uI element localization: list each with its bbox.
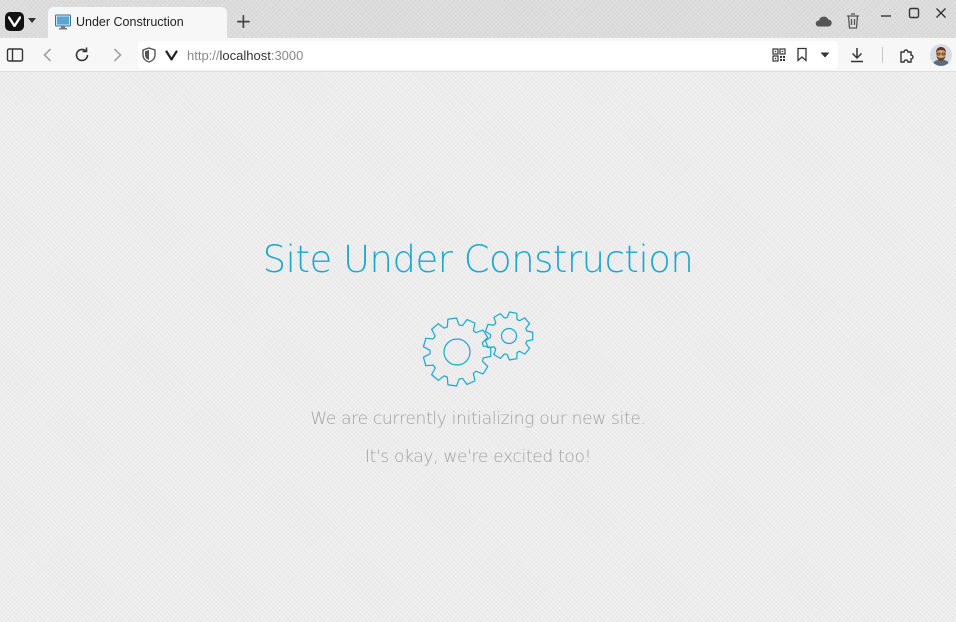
vivaldi-logo-icon: [8, 16, 21, 27]
status-message: We are currently initializing our new si…: [310, 409, 646, 429]
tab-title: Under Construction: [76, 15, 184, 29]
maximize-button[interactable]: [903, 3, 925, 23]
shield-icon[interactable]: [142, 47, 156, 63]
tab-under-construction[interactable]: Under Construction: [48, 7, 227, 38]
page-title: Site Under Construction: [262, 238, 694, 281]
forward-icon[interactable]: [108, 46, 126, 64]
address-field[interactable]: http://localhost:3000: [138, 41, 838, 69]
maximize-icon: [908, 7, 920, 19]
large-gear-hole: [443, 338, 471, 366]
url-port: :3000: [270, 48, 304, 63]
back-icon[interactable]: [39, 46, 57, 64]
page-content: Site Under Construction We are currently…: [0, 72, 956, 622]
minimize-icon: [881, 15, 891, 17]
vivaldi-v-icon: [165, 50, 178, 61]
small-gear-hole: [500, 327, 518, 345]
close-icon: [936, 8, 946, 18]
extensions-puzzle-icon[interactable]: [898, 46, 916, 64]
panel-toggle-icon[interactable]: [6, 46, 24, 64]
chevron-down-icon[interactable]: [820, 52, 830, 58]
url-text[interactable]: http://localhost:3000: [187, 48, 303, 63]
url-host: localhost: [219, 48, 271, 63]
bookmark-icon[interactable]: [796, 47, 808, 62]
minimize-button[interactable]: [875, 3, 897, 23]
cloud-icon[interactable]: [814, 15, 832, 27]
toolbar-divider: [882, 47, 883, 63]
navigation-toolbar: http://localhost:3000: [0, 38, 956, 72]
new-tab-button[interactable]: +: [235, 11, 252, 31]
large-gear-outline: [422, 317, 492, 387]
tab-strip: Under Construction +: [0, 0, 956, 38]
trash-icon[interactable]: [846, 13, 860, 29]
qr-code-icon[interactable]: [772, 48, 786, 62]
gears-icon: [422, 311, 534, 387]
profile-avatar[interactable]: [930, 44, 952, 66]
monitor-favicon-icon: [55, 14, 71, 30]
download-icon[interactable]: [848, 46, 866, 64]
close-window-button[interactable]: [930, 3, 952, 23]
url-scheme: http://: [187, 48, 220, 63]
small-gear-outline: [484, 311, 534, 361]
reload-icon[interactable]: [73, 46, 91, 64]
status-submessage: It's okay, we're excited too!: [364, 447, 592, 467]
chevron-down-icon[interactable]: [28, 18, 36, 23]
user-avatar-icon: [930, 44, 952, 66]
vivaldi-menu-button[interactable]: [5, 12, 24, 31]
